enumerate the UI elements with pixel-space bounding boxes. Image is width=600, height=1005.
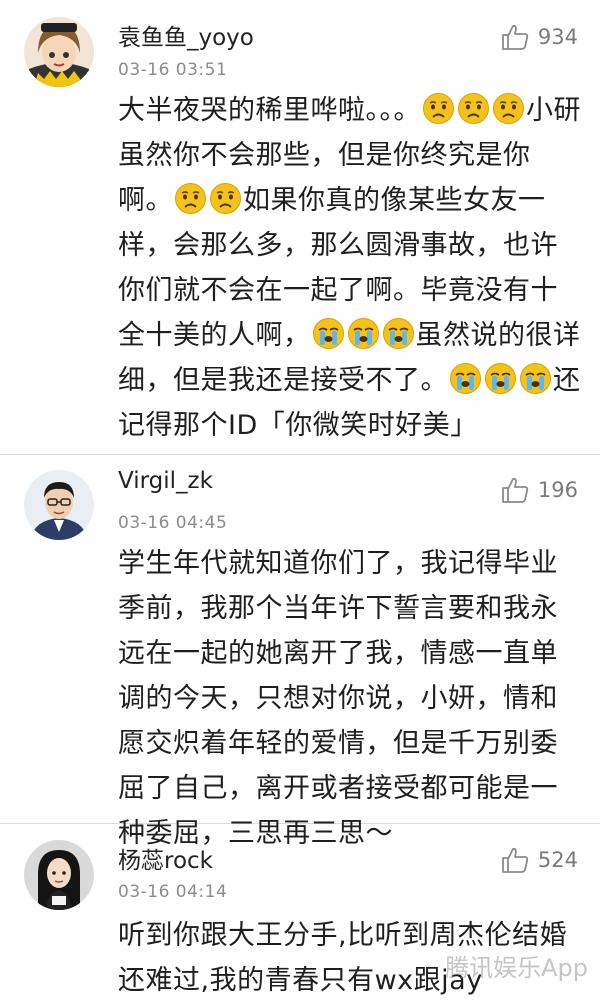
thumbs-up-icon: [502, 477, 529, 503]
crying-face-emoji-icon: [484, 362, 517, 395]
avatar[interactable]: [24, 17, 94, 87]
sad-face-emoji-icon: [457, 92, 490, 125]
timestamp: 03-16 03:51: [118, 60, 228, 80]
crying-face-emoji-icon: [519, 362, 552, 395]
like-count: 196: [537, 478, 578, 502]
username[interactable]: Virgil_zk: [118, 468, 213, 494]
sad-face-emoji-icon: [209, 182, 242, 215]
username[interactable]: 杨蕊rock: [118, 841, 213, 875]
sad-face-emoji-icon: [492, 92, 525, 125]
timestamp: 03-16 04:14: [118, 882, 228, 902]
comment-text-segment: 大半夜哭的稀里哗啦。。。: [118, 95, 421, 126]
like-button[interactable]: 934: [500, 22, 578, 52]
thumbs-up-icon: [502, 847, 529, 873]
crying-face-emoji-icon: [449, 362, 482, 395]
timestamp: 03-16 04:45: [118, 513, 228, 533]
sad-face-emoji-icon: [422, 92, 455, 125]
comment-item: 袁鱼鱼_yoyo 03-16 03:51 934 大半夜哭的稀里哗啦。。。 小研虽…: [0, 0, 600, 455]
crying-face-emoji-icon: [347, 317, 380, 350]
comment-item: Virgil_zk 03-16 04:45 196 学生年代就知道你们了，我记得…: [0, 455, 600, 849]
crying-face-emoji-icon: [382, 317, 415, 350]
crying-face-emoji-icon: [312, 317, 345, 350]
comment-text: 大半夜哭的稀里哗啦。。。 小研虽然你不会那些，但是你终究是你啊。 如果你真的像某些女…: [118, 88, 584, 448]
comment-feed: 袁鱼鱼_yoyo 03-16 03:51 934 大半夜哭的稀里哗啦。。。 小研虽…: [0, 0, 600, 1005]
avatar[interactable]: [24, 470, 94, 540]
like-count: 524: [537, 848, 578, 872]
woman-dark-hair-avatar-icon: [24, 840, 94, 910]
sad-face-emoji-icon: [174, 182, 207, 215]
comment-text: 学生年代就知道你们了，我记得毕业季前，我那个当年许下誓言要和我永远在一起的她离开…: [118, 548, 558, 849]
username[interactable]: 袁鱼鱼_yoyo: [118, 18, 254, 52]
man-with-glasses-avatar-icon: [24, 470, 94, 540]
like-count: 934: [537, 25, 578, 49]
thumbs-up-icon: [502, 24, 529, 50]
watermark: 腾讯娱乐App: [445, 954, 588, 982]
like-button[interactable]: 524: [500, 845, 578, 875]
avatar[interactable]: [24, 840, 94, 910]
cartoon-girl-avatar-icon: [24, 17, 94, 87]
like-button[interactable]: 196: [500, 475, 578, 505]
